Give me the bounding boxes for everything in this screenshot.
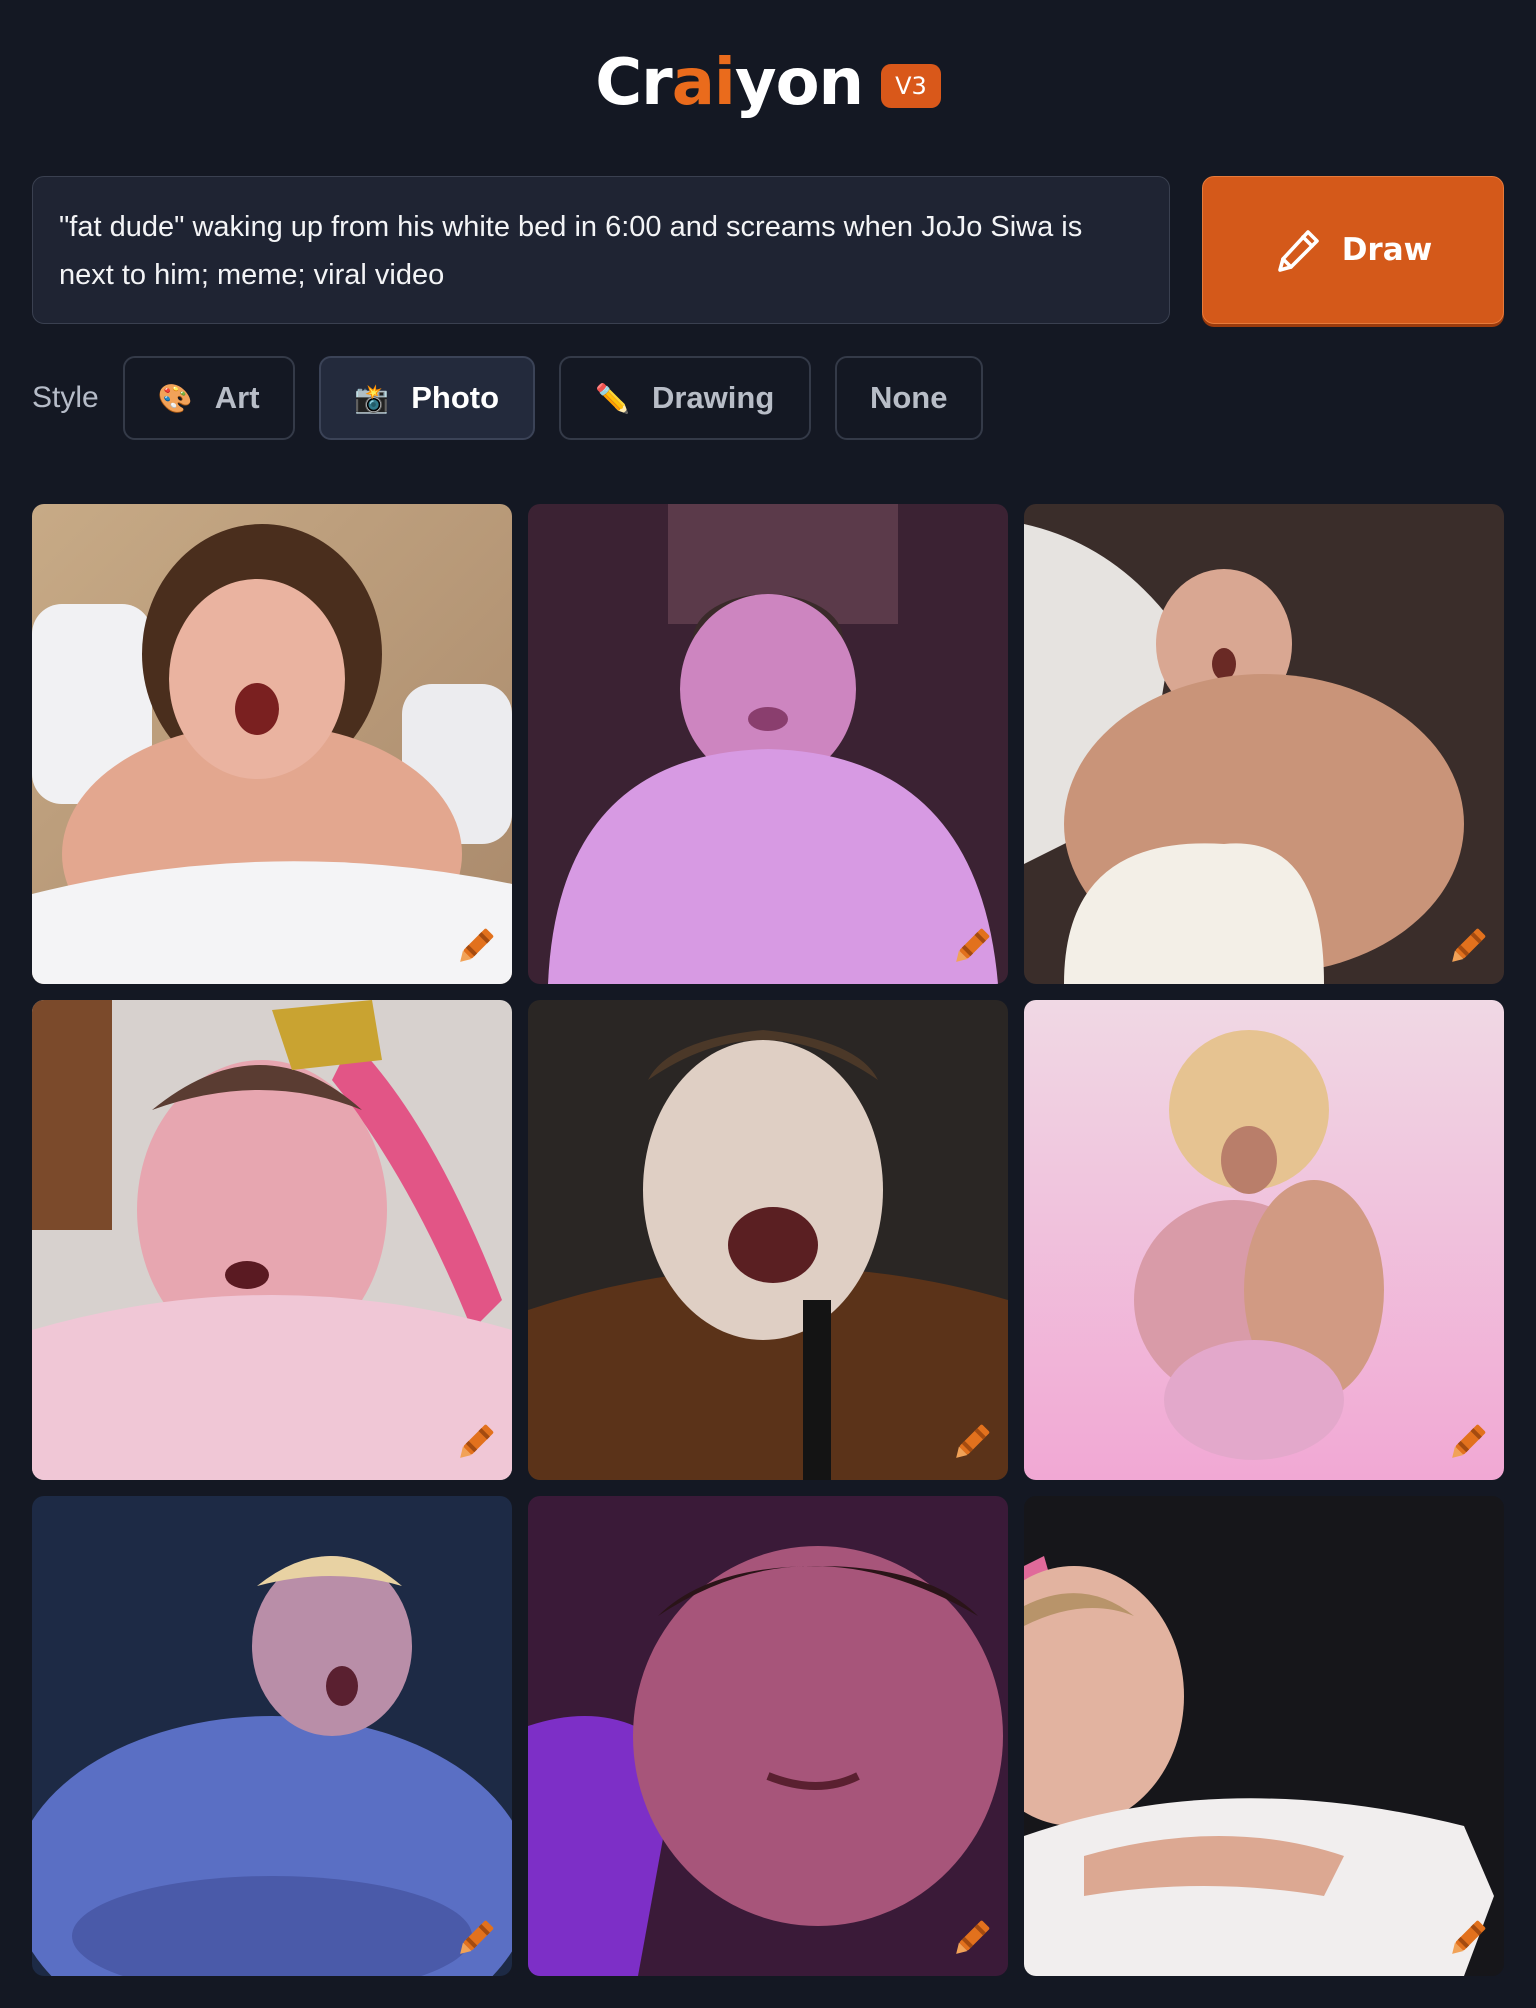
result-image-art <box>1024 1496 1504 1976</box>
result-image-5[interactable] <box>528 1000 1008 1480</box>
logo-prefix: Cr <box>595 46 673 120</box>
crayon-icon[interactable] <box>948 924 994 970</box>
result-image-art <box>528 1000 1008 1480</box>
draw-button[interactable]: Draw <box>1202 176 1504 324</box>
style-option-none[interactable]: None <box>834 356 983 440</box>
draw-button-label: Draw <box>1341 232 1433 268</box>
style-option-label: Drawing <box>651 380 775 415</box>
logo-accent: ai <box>671 46 736 120</box>
style-option-label: Art <box>214 380 260 415</box>
result-image-7[interactable] <box>32 1496 512 1976</box>
crayon-icon[interactable] <box>948 1420 994 1466</box>
result-image-art <box>528 1496 1008 1976</box>
pencil-icon <box>1277 230 1319 272</box>
style-option-art[interactable]: 🎨 Art <box>122 356 295 440</box>
style-option-drawing[interactable]: ✏️ Drawing <box>558 356 811 440</box>
result-image-1[interactable] <box>32 504 512 984</box>
result-image-art <box>528 504 1008 984</box>
header: Craiyon V3 <box>0 40 1536 126</box>
result-image-2[interactable] <box>528 504 1008 984</box>
crayon-icon[interactable] <box>452 924 498 970</box>
style-option-photo[interactable]: 📸 Photo <box>318 356 535 440</box>
result-image-4[interactable] <box>32 1000 512 1480</box>
crayon-icon[interactable] <box>1444 1420 1490 1466</box>
result-image-art <box>32 1496 512 1976</box>
result-image-art <box>32 504 512 984</box>
style-label: Style <box>32 381 99 414</box>
pencil-icon: ✏️ <box>595 382 630 414</box>
crayon-icon[interactable] <box>948 1916 994 1962</box>
style-option-label: Photo <box>411 380 500 415</box>
result-image-9[interactable] <box>1024 1496 1504 1976</box>
style-selector: Style 🎨 Art 📸 Photo ✏️ Drawing None <box>32 356 983 440</box>
style-option-label: None <box>869 380 948 415</box>
craiyon-page: Craiyon V3 "fat dude" waking up from his… <box>0 0 1536 2008</box>
result-image-art <box>1024 1000 1504 1480</box>
crayon-icon[interactable] <box>1444 1916 1490 1962</box>
camera-icon: 📸 <box>354 382 390 414</box>
version-badge: V3 <box>881 64 941 108</box>
logo[interactable]: Craiyon <box>595 51 864 115</box>
logo-suffix: yon <box>734 46 864 120</box>
crayon-icon[interactable] <box>452 1916 498 1962</box>
result-image-art <box>32 1000 512 1480</box>
crayon-icon[interactable] <box>1444 924 1490 970</box>
result-image-art <box>1024 504 1504 984</box>
palette-icon: 🎨 <box>157 382 193 414</box>
prompt-input[interactable]: "fat dude" waking up from his white bed … <box>32 176 1170 324</box>
results-grid <box>32 504 1504 1976</box>
crayon-icon[interactable] <box>452 1420 498 1466</box>
result-image-6[interactable] <box>1024 1000 1504 1480</box>
result-image-8[interactable] <box>528 1496 1008 1976</box>
result-image-3[interactable] <box>1024 504 1504 984</box>
